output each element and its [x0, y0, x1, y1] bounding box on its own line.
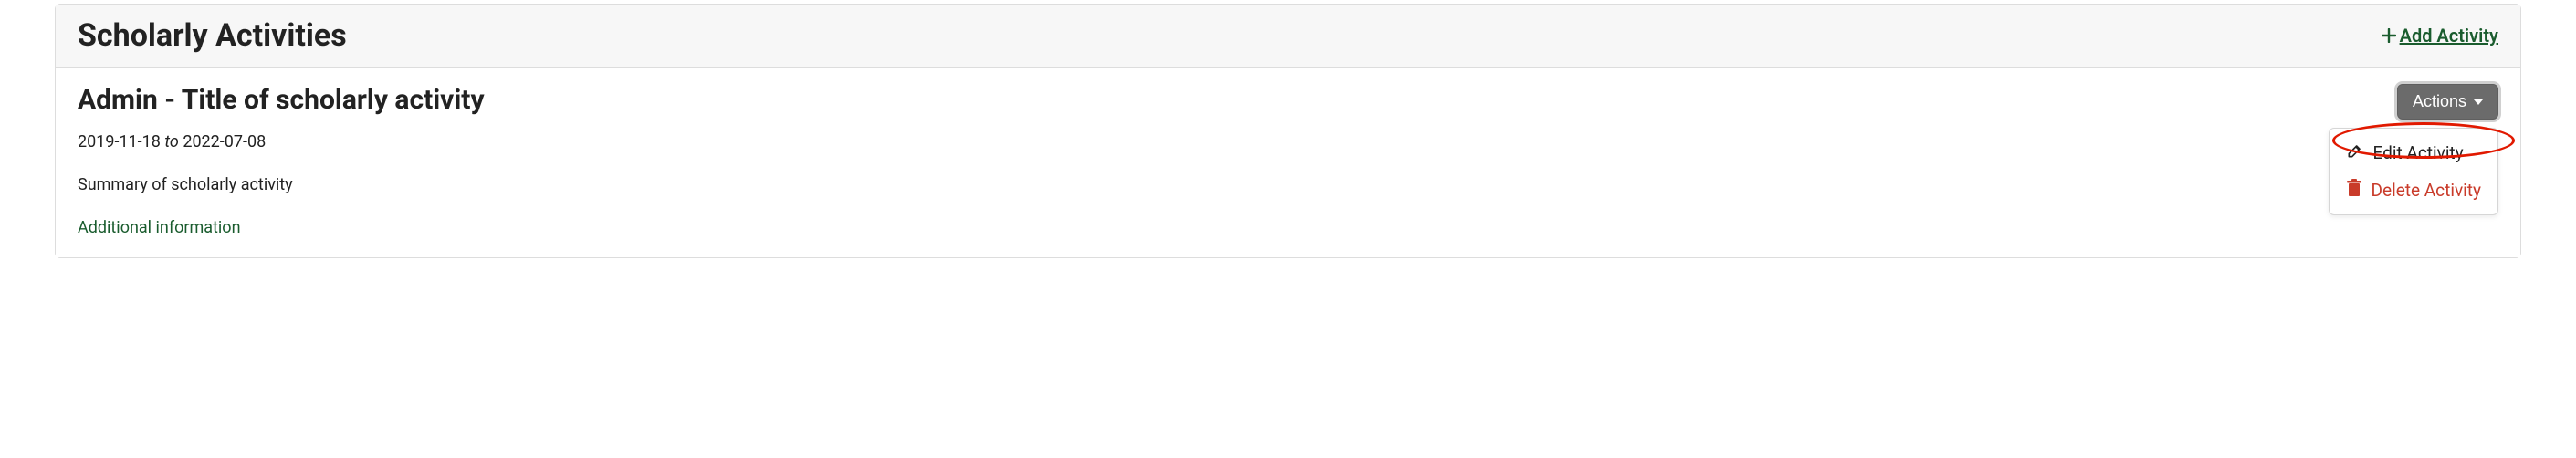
activity-header-row: Admin - Title of scholarly activity Acti… — [78, 84, 2498, 120]
add-activity-label: Add Activity — [2400, 25, 2498, 47]
actions-button-label: Actions — [2413, 92, 2466, 111]
activity-title: Admin - Title of scholarly activity — [78, 84, 485, 116]
delete-activity-item[interactable]: Delete Activity — [2330, 172, 2497, 209]
add-activity-link[interactable]: Add Activity — [2382, 25, 2498, 47]
edit-icon — [2346, 141, 2364, 164]
additional-information-link[interactable]: Additional information — [78, 218, 241, 237]
trash-icon — [2346, 179, 2362, 202]
panel-header: Scholarly Activities Add Activity — [56, 5, 2520, 68]
date-end: 2022-07-08 — [183, 132, 266, 151]
dropdown-item-label: Edit Activity — [2373, 142, 2464, 163]
plus-icon — [2382, 28, 2396, 43]
scholarly-activities-panel: Scholarly Activities Add Activity Admin … — [55, 4, 2521, 258]
activity-date-range: 2019-11-18 to 2022-07-08 — [78, 132, 2498, 151]
date-start: 2019-11-18 — [78, 132, 161, 151]
actions-button[interactable]: Actions — [2397, 84, 2498, 120]
caret-down-icon — [2474, 99, 2483, 105]
dropdown-item-label: Delete Activity — [2372, 180, 2481, 201]
edit-activity-item[interactable]: Edit Activity — [2330, 134, 2497, 172]
date-to-word: to — [164, 132, 179, 151]
activity-summary: Summary of scholarly activity — [78, 175, 2498, 194]
panel-body: Admin - Title of scholarly activity Acti… — [56, 68, 2520, 257]
panel-title: Scholarly Activities — [78, 17, 347, 54]
actions-dropdown: Edit Activity Delete Activity — [2329, 128, 2498, 215]
